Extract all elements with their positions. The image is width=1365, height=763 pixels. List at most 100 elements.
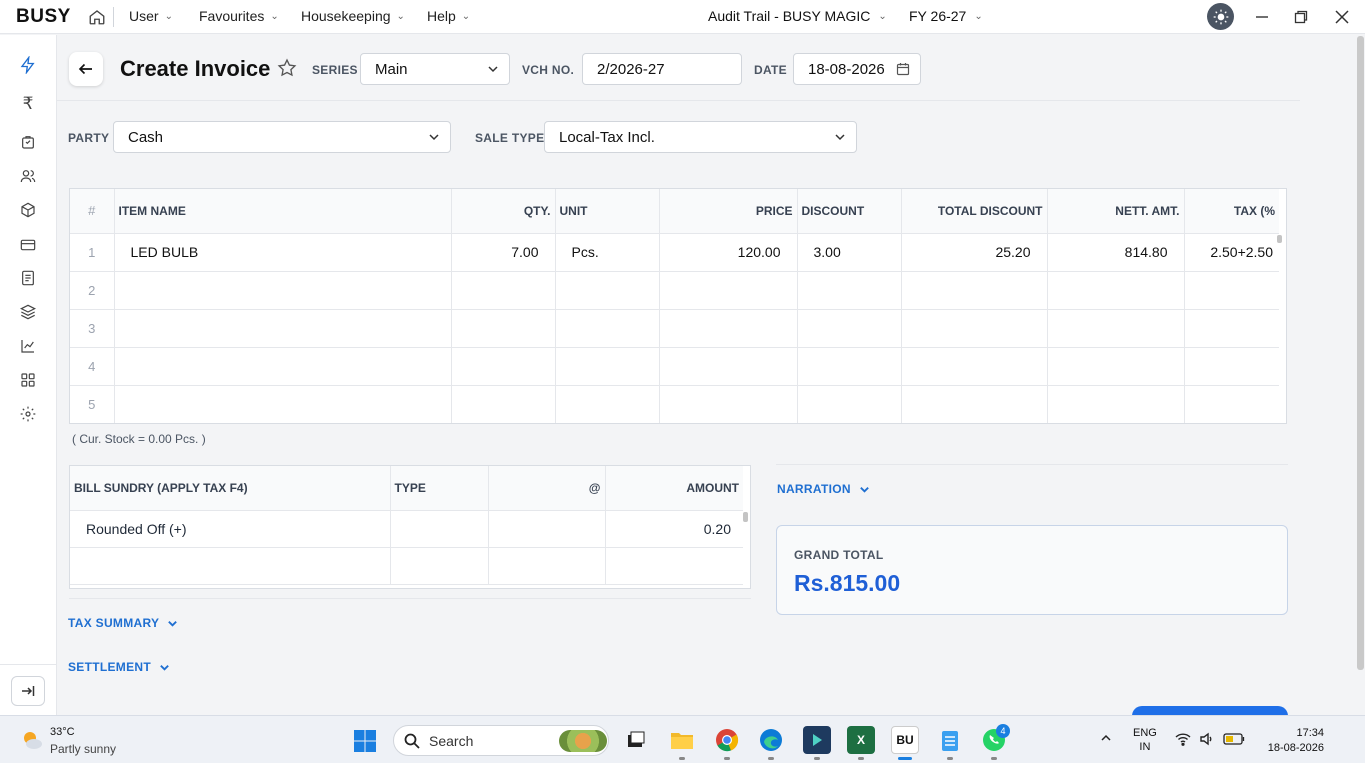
- qty-cell[interactable]: [451, 385, 556, 423]
- bill-sundry-name-cell[interactable]: Rounded Off (+): [70, 510, 391, 548]
- tax-cell[interactable]: 2.50+2.50: [1184, 233, 1279, 272]
- bill-sundry-amount-cell[interactable]: [605, 547, 743, 585]
- price-cell[interactable]: 120.00: [659, 233, 798, 272]
- menu-housekeeping[interactable]: Housekeeping ⌄: [301, 8, 405, 24]
- total-discount-cell[interactable]: 25.20: [901, 233, 1048, 272]
- table-row[interactable]: 5: [70, 385, 1279, 423]
- sidebar-item-parties[interactable]: [18, 166, 38, 186]
- bill-sundry-name-cell[interactable]: [70, 547, 391, 585]
- bill-sundry-scrollbar[interactable]: [743, 512, 748, 522]
- item-name-cell[interactable]: [114, 309, 452, 348]
- tax-cell[interactable]: [1184, 385, 1279, 423]
- edge-icon[interactable]: [757, 726, 785, 754]
- table-row[interactable]: [70, 547, 743, 585]
- sidebar-item-sales[interactable]: [18, 132, 38, 152]
- table-row[interactable]: 1 LED BULB 7.00 Pcs. 120.00 3.00 25.20 8…: [70, 233, 1279, 272]
- nett-amt-cell[interactable]: [1047, 271, 1185, 310]
- bill-sundry-type-cell[interactable]: [390, 547, 489, 585]
- item-name-cell[interactable]: [114, 385, 452, 423]
- narration-toggle[interactable]: NARRATION: [777, 482, 870, 496]
- partly-sunny-icon[interactable]: [20, 728, 44, 752]
- weather-temperature[interactable]: 33°C: [50, 726, 75, 738]
- sidebar-item-inventory[interactable]: [18, 200, 38, 220]
- discount-cell[interactable]: [797, 309, 902, 348]
- minimize-button[interactable]: [1251, 6, 1273, 28]
- qty-cell[interactable]: [451, 347, 556, 386]
- excel-icon[interactable]: X: [847, 726, 875, 754]
- discount-cell[interactable]: [797, 347, 902, 386]
- battery-icon[interactable]: [1223, 733, 1245, 745]
- sidebar-item-reports[interactable]: [18, 268, 38, 288]
- table-row[interactable]: Rounded Off (+) 0.20: [70, 510, 743, 548]
- chevron-up-icon[interactable]: [1100, 732, 1112, 747]
- unit-cell[interactable]: [555, 347, 660, 386]
- date-input[interactable]: 18-08-2026: [793, 53, 921, 85]
- bill-sundry-at-cell[interactable]: [488, 547, 606, 585]
- busy-app-icon[interactable]: BU: [891, 726, 919, 754]
- sidebar-item-accounts[interactable]: ₹: [18, 94, 38, 114]
- menu-user[interactable]: User ⌄: [129, 8, 173, 24]
- expand-sidebar-button[interactable]: [11, 676, 45, 706]
- bill-sundry-type-cell[interactable]: [390, 510, 489, 548]
- table-row[interactable]: 2: [70, 271, 1279, 310]
- unit-cell[interactable]: [555, 309, 660, 348]
- unit-cell[interactable]: [555, 385, 660, 423]
- sidebar-item-quick[interactable]: [18, 55, 38, 75]
- vch-no-input[interactable]: 2/2026-27: [582, 53, 742, 85]
- party-select[interactable]: Cash: [113, 121, 451, 153]
- back-button[interactable]: [69, 52, 103, 86]
- sidebar-item-analytics[interactable]: [18, 336, 38, 356]
- home-icon[interactable]: [88, 8, 106, 26]
- chrome-icon[interactable]: [713, 726, 741, 754]
- tax-cell[interactable]: [1184, 347, 1279, 386]
- price-cell[interactable]: [659, 347, 798, 386]
- price-cell[interactable]: [659, 385, 798, 423]
- item-name-cell[interactable]: [114, 271, 452, 310]
- weather-description[interactable]: Partly sunny: [50, 742, 116, 756]
- restore-button[interactable]: [1290, 6, 1312, 28]
- sidebar-item-settings[interactable]: [18, 404, 38, 424]
- total-discount-cell[interactable]: [901, 385, 1048, 423]
- company-selector[interactable]: Audit Trail - BUSY MAGIC ⌄: [708, 8, 887, 24]
- volume-icon[interactable]: [1199, 732, 1215, 746]
- language-indicator[interactable]: ENG IN: [1133, 727, 1157, 753]
- nett-amt-cell[interactable]: [1047, 385, 1185, 423]
- nett-amt-cell[interactable]: [1047, 347, 1185, 386]
- qty-cell[interactable]: 7.00: [451, 233, 556, 272]
- tax-cell[interactable]: [1184, 271, 1279, 310]
- total-discount-cell[interactable]: [901, 271, 1048, 310]
- wifi-icon[interactable]: [1175, 732, 1191, 746]
- menu-favourites[interactable]: Favourites ⌄: [199, 8, 279, 24]
- discount-cell[interactable]: [797, 271, 902, 310]
- taskbar-search[interactable]: Search: [393, 725, 609, 756]
- item-name-cell[interactable]: [114, 347, 452, 386]
- video-editor-icon[interactable]: [803, 726, 831, 754]
- table-row[interactable]: 4: [70, 347, 1279, 386]
- item-name-cell[interactable]: LED BULB: [114, 233, 452, 272]
- sidebar-item-apps[interactable]: [18, 370, 38, 390]
- qty-cell[interactable]: [451, 309, 556, 348]
- table-row[interactable]: 3: [70, 309, 1279, 348]
- series-select[interactable]: Main: [360, 53, 510, 85]
- total-discount-cell[interactable]: [901, 309, 1048, 348]
- sale-type-select[interactable]: Local-Tax Incl.: [544, 121, 857, 153]
- bill-sundry-amount-cell[interactable]: 0.20: [605, 510, 743, 548]
- qty-cell[interactable]: [451, 271, 556, 310]
- notepad-icon[interactable]: [936, 726, 964, 754]
- fy-selector[interactable]: FY 26-27 ⌄: [909, 8, 983, 24]
- sidebar-item-payments[interactable]: [18, 235, 38, 255]
- nett-amt-cell[interactable]: [1047, 309, 1185, 348]
- price-cell[interactable]: [659, 271, 798, 310]
- discount-cell[interactable]: 3.00: [797, 233, 902, 272]
- unit-cell[interactable]: [555, 271, 660, 310]
- price-cell[interactable]: [659, 309, 798, 348]
- total-discount-cell[interactable]: [901, 347, 1048, 386]
- page-scrollbar[interactable]: [1357, 36, 1364, 670]
- discount-cell[interactable]: [797, 385, 902, 423]
- file-explorer-icon[interactable]: [668, 726, 696, 754]
- close-button[interactable]: [1331, 6, 1353, 28]
- tax-summary-toggle[interactable]: TAX SUMMARY: [68, 616, 178, 630]
- tax-cell[interactable]: [1184, 309, 1279, 348]
- bill-sundry-at-cell[interactable]: [488, 510, 606, 548]
- nett-amt-cell[interactable]: 814.80: [1047, 233, 1185, 272]
